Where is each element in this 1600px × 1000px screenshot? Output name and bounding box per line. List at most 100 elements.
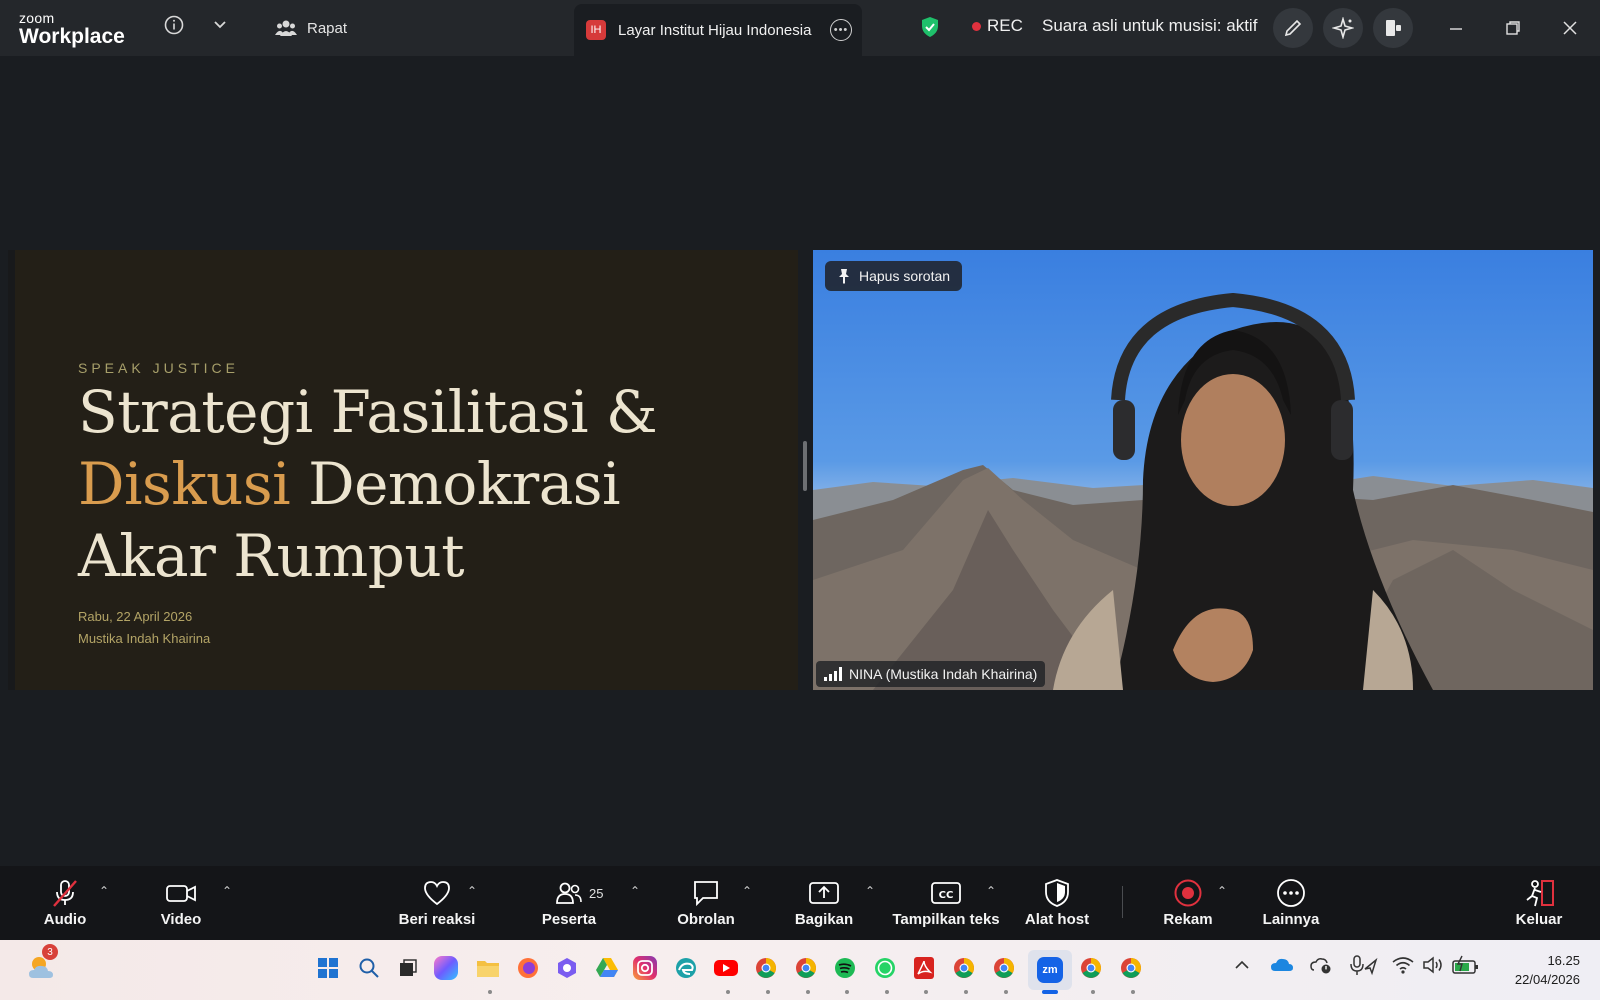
slide-title-line2: Diskusi Demokrasi xyxy=(78,448,657,520)
network-warning-icon[interactable] xyxy=(1310,956,1332,979)
shared-slide: SPEAK JUSTICE Strategi Fasilitasi & Disk… xyxy=(8,250,798,690)
chrome-1-running-dot xyxy=(766,990,770,994)
host-tools-label: Alat host xyxy=(1024,911,1090,928)
os-taskbar: 3 zm 16.25 22/04/2026 xyxy=(0,940,1600,1000)
captions-button[interactable]: CC Tampilkan teks xyxy=(892,866,1000,940)
react-label: Beri reaksi xyxy=(398,911,476,928)
file-explorer-icon[interactable] xyxy=(474,954,502,982)
battery-charging-icon[interactable] xyxy=(1452,955,1480,980)
chrome-2-running-dot xyxy=(806,990,810,994)
ai-companion-button[interactable] xyxy=(1323,8,1363,48)
tab-badge: IH xyxy=(586,20,606,40)
host-shield-icon xyxy=(1043,878,1071,908)
chrome-icon-2[interactable] xyxy=(792,954,820,982)
captions-options-caret-icon[interactable]: ⌃ xyxy=(986,884,996,898)
chrome-icon-5[interactable] xyxy=(1077,954,1105,982)
chat-options-caret-icon[interactable]: ⌃ xyxy=(742,884,752,898)
slide-date: Rabu, 22 April 2026 xyxy=(78,609,193,624)
zoom-active-indicator xyxy=(1042,990,1058,994)
audio-options-caret-icon[interactable]: ⌃ xyxy=(99,884,109,898)
share-screen-tab[interactable]: IH Layar Institut Hijau Indonesia ••• xyxy=(574,4,862,56)
chrome-icon-1[interactable] xyxy=(752,954,780,982)
more-options-icon[interactable]: ••• xyxy=(830,19,852,41)
search-icon[interactable] xyxy=(355,954,383,982)
video-label: Video xyxy=(160,911,202,928)
explorer-running-dot xyxy=(488,990,492,994)
whatsapp-running-dot xyxy=(885,990,889,994)
react-options-caret-icon[interactable]: ⌃ xyxy=(467,884,477,898)
audio-label: Audio xyxy=(43,911,87,928)
video-scene-illustration xyxy=(813,292,1593,690)
close-icon[interactable] xyxy=(1560,18,1580,38)
chrome-icon-6[interactable] xyxy=(1117,954,1145,982)
share-screen-icon xyxy=(808,878,840,908)
firefox-icon[interactable] xyxy=(514,954,542,982)
slide-title-line3: Akar Rumput xyxy=(78,522,465,590)
youtube-icon[interactable] xyxy=(712,954,740,982)
video-button[interactable]: Video xyxy=(155,866,207,940)
task-view-icon[interactable] xyxy=(394,954,422,982)
app-icon-purple[interactable] xyxy=(553,954,581,982)
chrome-icon-3[interactable] xyxy=(950,954,978,982)
apps-button[interactable] xyxy=(1373,8,1413,48)
audio-button[interactable]: Audio xyxy=(40,866,90,940)
copilot-icon[interactable] xyxy=(434,956,458,980)
chrome-icon-4[interactable] xyxy=(990,954,1018,982)
video-options-caret-icon[interactable]: ⌃ xyxy=(222,884,232,898)
acrobat-icon[interactable] xyxy=(910,954,938,982)
google-drive-icon[interactable] xyxy=(593,954,621,982)
more-button[interactable]: Lainnya xyxy=(1262,866,1320,940)
start-icon[interactable] xyxy=(314,954,342,982)
mic-muted-icon xyxy=(50,878,80,908)
toolbar-divider xyxy=(1122,886,1123,918)
record-button[interactable]: Rekam xyxy=(1160,866,1216,940)
edge-icon[interactable] xyxy=(672,954,700,982)
react-button[interactable]: Beri reaksi xyxy=(398,866,476,940)
chat-button[interactable]: Obrolan xyxy=(672,866,740,940)
shield-icon[interactable] xyxy=(918,14,942,40)
leave-button[interactable]: Keluar xyxy=(1512,866,1566,940)
apps-icon xyxy=(1386,20,1401,36)
share-button[interactable]: Bagikan xyxy=(792,866,856,940)
participants-button[interactable]: Peserta xyxy=(538,866,600,940)
restore-icon[interactable] xyxy=(1503,18,1523,38)
pencil-icon xyxy=(1284,19,1302,37)
leave-icon xyxy=(1522,878,1556,908)
volume-icon[interactable] xyxy=(1422,956,1444,979)
chevron-down-icon[interactable] xyxy=(210,15,230,35)
zoom-app-icon: zm xyxy=(1037,957,1063,983)
whatsapp-icon[interactable] xyxy=(871,954,899,982)
recording-indicator[interactable]: REC xyxy=(972,16,1023,36)
split-view-handle[interactable] xyxy=(803,441,807,491)
minimize-icon[interactable] xyxy=(1446,18,1466,38)
heart-icon xyxy=(422,878,452,908)
annotate-button[interactable] xyxy=(1273,8,1313,48)
chrome-4-running-dot xyxy=(1004,990,1008,994)
participants-icon xyxy=(554,878,584,908)
zoom-taskbar-icon[interactable]: zm xyxy=(1028,950,1072,990)
info-icon[interactable] xyxy=(163,14,185,36)
participants-options-caret-icon[interactable]: ⌃ xyxy=(630,884,640,898)
meeting-menu[interactable]: Rapat xyxy=(275,16,347,40)
microphone-location-icon[interactable] xyxy=(1350,955,1378,982)
onedrive-icon[interactable] xyxy=(1270,956,1294,977)
meeting-toolbar: Audio ⌃ Video ⌃ Beri reaksi ⌃ Peserta 25… xyxy=(0,866,1600,940)
sparkle-icon xyxy=(1332,17,1354,39)
participant-video[interactable]: Hapus sorotan NINA (Mustika Indah Khairi… xyxy=(813,250,1593,690)
spotify-icon[interactable] xyxy=(831,954,859,982)
host-tools-button[interactable]: Alat host xyxy=(1022,866,1092,940)
youtube-running-dot xyxy=(726,990,730,994)
record-options-caret-icon[interactable]: ⌃ xyxy=(1217,884,1227,898)
share-options-caret-icon[interactable]: ⌃ xyxy=(865,884,875,898)
system-clock[interactable]: 16.25 22/04/2026 xyxy=(1515,951,1580,989)
weather-widget[interactable]: 3 xyxy=(26,944,60,984)
spotify-running-dot xyxy=(845,990,849,994)
show-hidden-icons-chevron-icon[interactable] xyxy=(1234,958,1250,976)
chat-label: Obrolan xyxy=(677,911,735,928)
slide-title: Strategi Fasilitasi & Diskusi Demokrasi … xyxy=(78,376,658,592)
remove-spotlight-button[interactable]: Hapus sorotan xyxy=(825,261,963,291)
wifi-icon[interactable] xyxy=(1392,956,1414,979)
instagram-icon[interactable] xyxy=(633,956,657,980)
zoom-logo: zoom Workplace xyxy=(19,11,125,47)
rec-label: REC xyxy=(987,16,1023,35)
